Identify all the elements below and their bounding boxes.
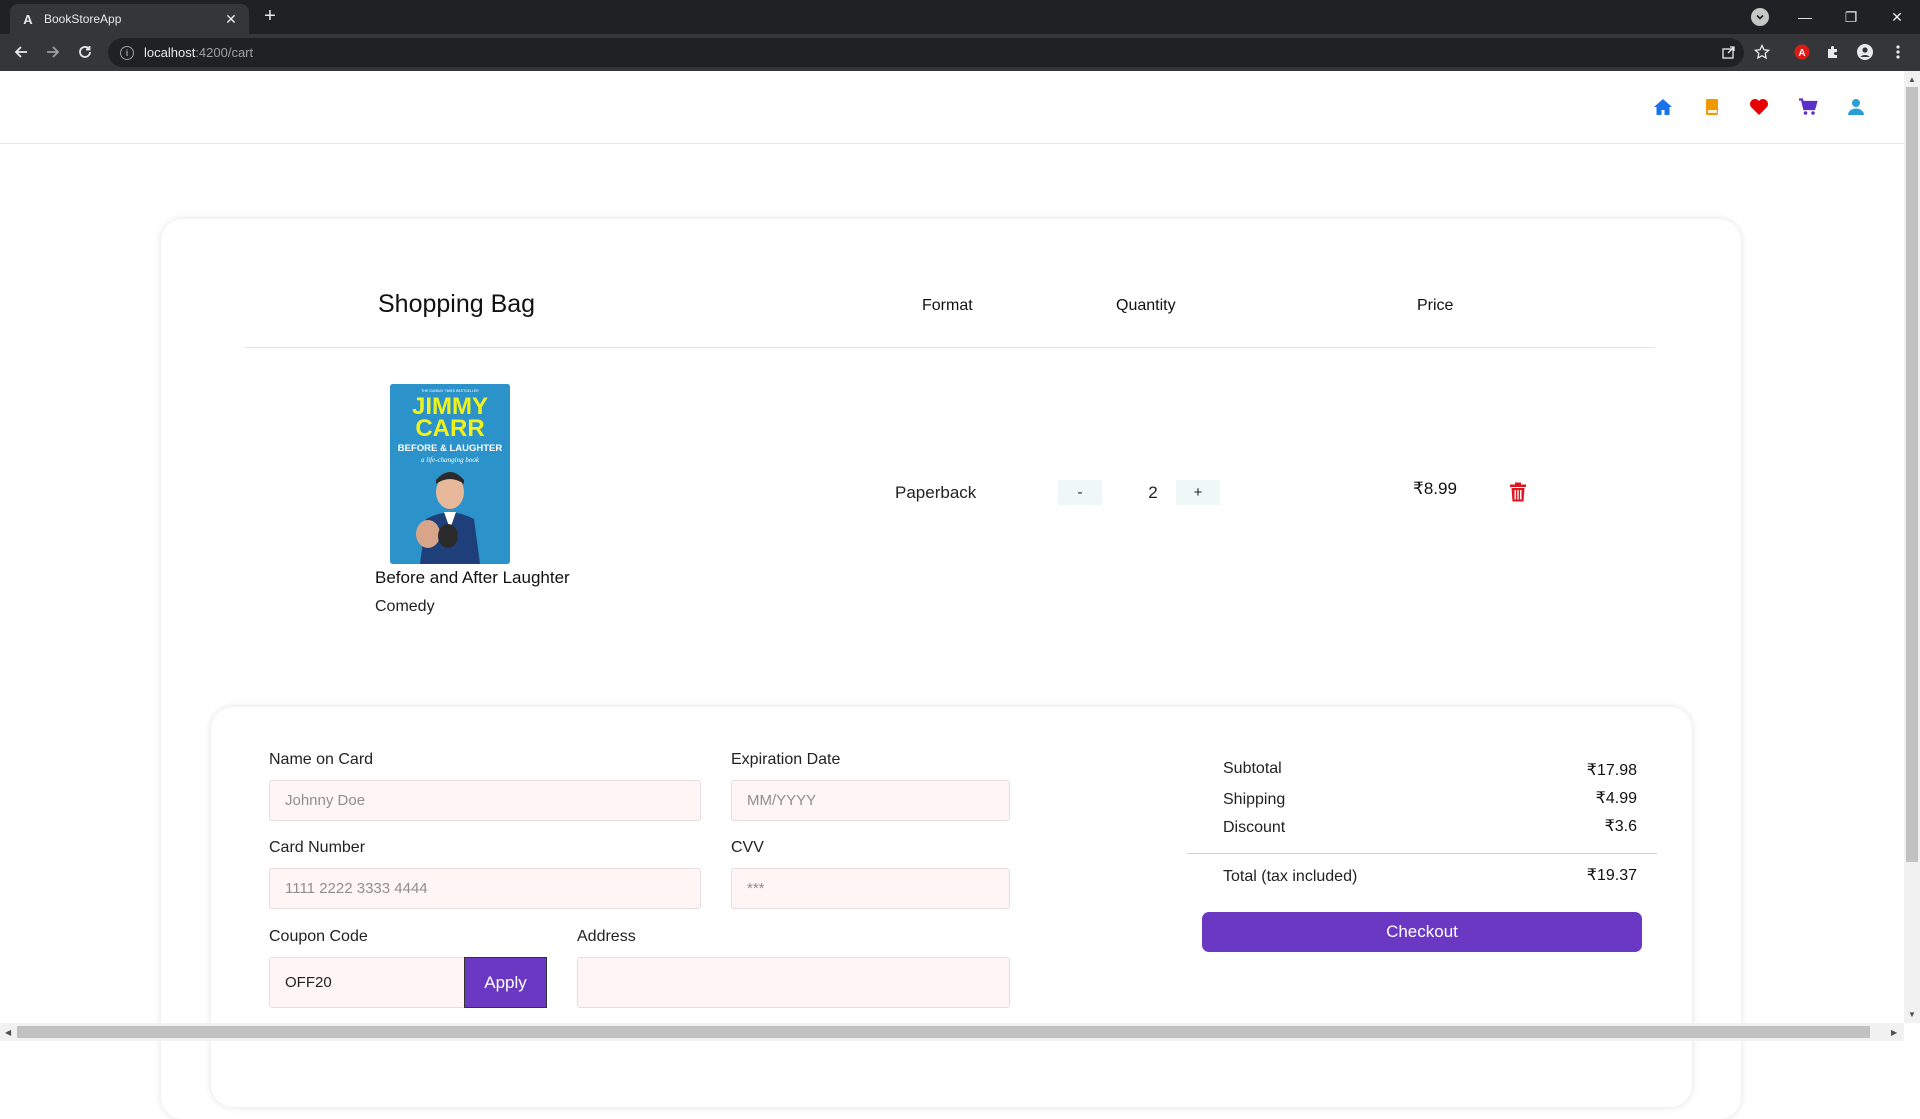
forward-icon[interactable] — [41, 40, 65, 64]
user-icon[interactable] — [1845, 96, 1867, 118]
app-navbar — [0, 71, 1904, 144]
address-label: Address — [577, 928, 636, 945]
card-number-input[interactable] — [269, 868, 701, 909]
scroll-left-arrow-icon[interactable]: ◀ — [5, 1028, 11, 1037]
cvv-label: CVV — [731, 839, 764, 856]
decrement-quantity-button[interactable]: - — [1058, 480, 1102, 505]
book-cover-image: THE SUNDAY TIMES BESTSELLER JIMMY CARR B… — [390, 384, 510, 564]
site-info-icon[interactable]: i — [120, 45, 134, 60]
browser-menu-icon[interactable] — [1888, 42, 1908, 62]
extensions-puzzle-icon[interactable] — [1823, 42, 1843, 62]
share-icon[interactable] — [1719, 42, 1739, 62]
subtotal-value: ₹17.98 — [1586, 762, 1637, 779]
restore-button[interactable]: ❐ — [1828, 0, 1874, 34]
book-format: Paperback — [895, 483, 977, 502]
increment-quantity-button[interactable]: + — [1176, 480, 1220, 505]
total-label: Total (tax included) — [1223, 868, 1358, 885]
home-icon[interactable] — [1652, 96, 1674, 118]
tab-search-icon[interactable] — [1751, 8, 1769, 26]
angular-favicon-icon: A — [23, 11, 33, 27]
total-value: ₹19.37 — [1586, 867, 1637, 884]
shipping-label: Shipping — [1223, 791, 1286, 808]
item-price: ₹8.99 — [1413, 479, 1457, 498]
name-on-card-label: Name on Card — [269, 751, 374, 768]
coupon-code-input[interactable] — [269, 957, 465, 1008]
address-input[interactable] — [577, 957, 1010, 1008]
bookmark-star-icon[interactable] — [1752, 42, 1772, 62]
page-title: Shopping Bag — [378, 290, 536, 318]
browser-tab[interactable]: A BookStoreApp ✕ — [10, 4, 249, 34]
address-bar[interactable]: i localhost:4200/cart — [108, 38, 1744, 67]
profile-avatar-icon[interactable] — [1855, 42, 1875, 62]
back-icon[interactable] — [9, 40, 33, 64]
angular-devtools-extension-icon[interactable]: A — [1792, 42, 1812, 62]
book-title[interactable]: Before and After Laughter — [375, 568, 570, 588]
discount-label: Discount — [1223, 819, 1286, 836]
horizontal-scrollbar-thumb[interactable] — [17, 1026, 1870, 1038]
quantity-value: 2 — [1148, 483, 1158, 502]
coupon-code-label: Coupon Code — [269, 928, 368, 945]
scroll-up-arrow-icon[interactable]: ▲ — [1908, 75, 1916, 84]
name-on-card-input[interactable] — [269, 780, 701, 821]
close-window-button[interactable]: ✕ — [1874, 0, 1920, 34]
summary-divider — [1187, 853, 1657, 854]
book-genre: Comedy — [375, 598, 435, 615]
cart-icon[interactable] — [1797, 96, 1819, 118]
vertical-scrollbar-thumb[interactable] — [1906, 87, 1918, 862]
checkout-button[interactable]: Checkout — [1202, 912, 1642, 952]
apply-coupon-button[interactable]: Apply — [464, 957, 547, 1008]
book-icon[interactable] — [1701, 96, 1723, 118]
cover-author-line2: CARR — [415, 415, 484, 442]
scroll-right-arrow-icon[interactable]: ▶ — [1891, 1028, 1897, 1037]
shipping-value: ₹4.99 — [1595, 790, 1637, 807]
card-number-label: Card Number — [269, 839, 366, 856]
subtotal-label: Subtotal — [1223, 760, 1282, 777]
discount-value: ₹3.6 — [1604, 818, 1637, 835]
tab-title: BookStoreApp — [44, 12, 122, 26]
trash-icon[interactable] — [1509, 482, 1527, 502]
new-tab-button[interactable]: + — [258, 5, 282, 29]
cvv-input[interactable] — [731, 868, 1010, 909]
browser-toolbar: i localhost:4200/cart A — [0, 34, 1920, 71]
cover-title: BEFORE & LAUGHTER — [398, 443, 503, 454]
svg-text:A: A — [1798, 48, 1805, 59]
column-header-price: Price — [1417, 297, 1454, 314]
close-tab-icon[interactable]: ✕ — [223, 11, 239, 28]
url-host: localhost — [144, 45, 196, 60]
minimize-button[interactable]: — — [1782, 0, 1828, 34]
column-header-quantity: Quantity — [1116, 297, 1176, 314]
header-divider — [245, 347, 1655, 348]
expiration-date-input[interactable] — [731, 780, 1010, 821]
cover-subtitle: a life-changing book — [421, 456, 480, 464]
url-path: :4200/cart — [195, 45, 254, 60]
column-header-format: Format — [922, 297, 973, 314]
scroll-down-arrow-icon[interactable]: ▼ — [1908, 1010, 1916, 1019]
heart-icon[interactable] — [1748, 96, 1770, 118]
browser-tab-strip: A BookStoreApp ✕ + — ❐ ✕ — [0, 0, 1920, 34]
expiration-date-label: Expiration Date — [731, 751, 841, 768]
reload-icon[interactable] — [73, 40, 97, 64]
